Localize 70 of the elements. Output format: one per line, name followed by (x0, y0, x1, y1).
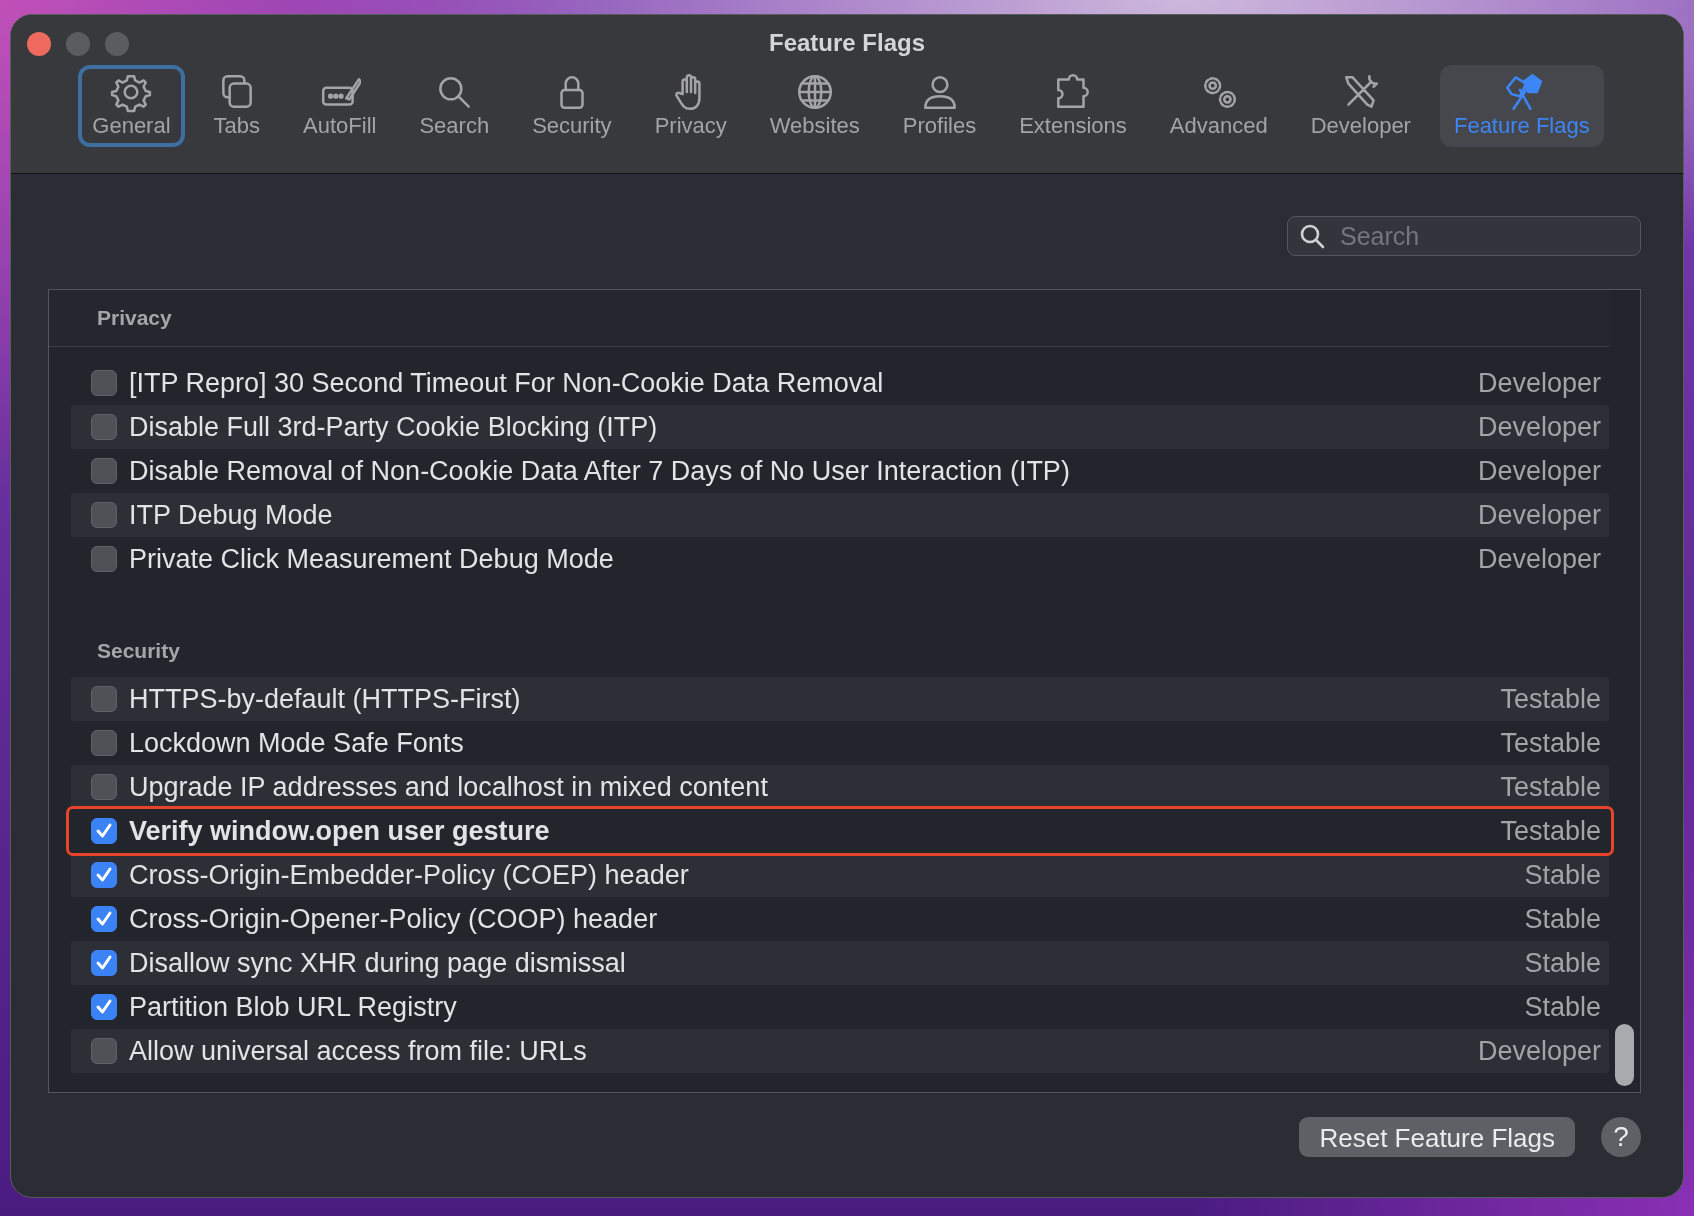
toolbar-tab[interactable]: Websites (755, 65, 874, 147)
flag-status: Developer (1477, 1035, 1601, 1067)
flag-status: Testable (1500, 683, 1601, 715)
toolbar-tab[interactable]: Developer (1296, 65, 1425, 147)
minimize-button[interactable] (66, 32, 90, 56)
toolbar-tab[interactable]: Feature Flags (1439, 65, 1604, 147)
flag-label: Private Click Measurement Debug Mode (129, 543, 615, 575)
scrollbar-thumb[interactable] (1615, 1024, 1634, 1086)
flag-label: Disable Removal of Non-Cookie Data After 7 Days of No User Interaction (ITP) (129, 455, 1071, 487)
toolbar-tab[interactable]: Security (518, 65, 626, 147)
flag-status: Testable (1500, 815, 1601, 847)
search-field[interactable]: Search (1287, 216, 1641, 256)
checkbox[interactable] (91, 730, 117, 756)
window-title: Feature Flags (768, 29, 925, 57)
checkbox[interactable] (91, 458, 117, 484)
flag-status: Stable (1524, 903, 1601, 935)
flag-label: [ITP Repro] 30 Second Timeout For Non-Cookie Data Removal (129, 367, 885, 399)
checkbox[interactable] (91, 950, 117, 976)
toolbar-tab[interactable]: Tabs (199, 65, 275, 147)
checkbox[interactable] (91, 818, 117, 844)
checkbox[interactable] (91, 862, 117, 888)
help-button[interactable]: ? (1601, 1117, 1641, 1157)
flag-label: Allow universal access from file: URLs (129, 1035, 588, 1067)
section-header: Privacy (97, 306, 172, 330)
checkmark-icon (94, 821, 114, 841)
checkbox[interactable] (91, 370, 117, 396)
toolbar-tab[interactable]: Privacy (640, 65, 741, 147)
checkmark-icon (94, 865, 114, 885)
flag-status: Developer (1477, 367, 1601, 399)
flag-label: Cross-Origin-Embedder-Policy (COEP) header (129, 859, 690, 891)
flag-status: Stable (1524, 947, 1601, 979)
flag-status: Testable (1500, 727, 1601, 759)
flag-label: Verify window.open user gesture (129, 815, 551, 847)
checkbox[interactable] (91, 686, 117, 712)
flag-status: Developer (1477, 499, 1601, 531)
flag-label: Disable Full 3rd-Party Cookie Blocking (ITP) (129, 411, 659, 443)
flag-status: Testable (1500, 771, 1601, 803)
checkbox[interactable] (91, 774, 117, 800)
flag-label: HTTPS-by-default (HTTPS-First) (129, 683, 522, 715)
checkmark-icon (94, 997, 114, 1017)
toolbar-tab[interactable]: AutoFill (289, 65, 391, 147)
flag-status: Developer (1477, 455, 1601, 487)
checkbox[interactable] (91, 546, 117, 572)
checkbox[interactable] (91, 414, 117, 440)
checkbox[interactable] (91, 1038, 117, 1064)
close-button[interactable] (27, 32, 51, 56)
zoom-button[interactable] (105, 32, 129, 56)
flag-label: Lockdown Mode Safe Fonts (129, 727, 465, 759)
flag-label: Cross-Origin-Opener-Policy (COOP) header (129, 903, 659, 935)
flag-label: ITP Debug Mode (129, 499, 334, 531)
flag-status: Developer (1477, 543, 1601, 575)
checkmark-icon (94, 909, 114, 929)
flag-status: Stable (1524, 991, 1601, 1023)
section-header: Security (97, 639, 180, 663)
flag-status: Developer (1477, 411, 1601, 443)
flag-label: Disallow sync XHR during page dismissal (129, 947, 627, 979)
flag-label: Partition Blob URL Registry (129, 991, 458, 1023)
checkmark-icon (94, 953, 114, 973)
checkbox[interactable] (91, 906, 117, 932)
flag-status: Stable (1524, 859, 1601, 891)
reset-button[interactable]: Reset Feature Flags (1299, 1117, 1575, 1157)
checkbox[interactable] (91, 994, 117, 1020)
checkbox[interactable] (91, 502, 117, 528)
toolbar-tab[interactable]: Search (405, 65, 504, 147)
toolbar-tab[interactable]: Extensions (1005, 65, 1141, 147)
toolbar-tab[interactable]: Profiles (888, 65, 991, 147)
toolbar-tab[interactable]: Advanced (1155, 65, 1282, 147)
toolbar-tab[interactable]: General (78, 65, 185, 147)
flag-label: Upgrade IP addresses and localhost in mixed content (129, 771, 769, 803)
search-icon (1299, 223, 1325, 249)
